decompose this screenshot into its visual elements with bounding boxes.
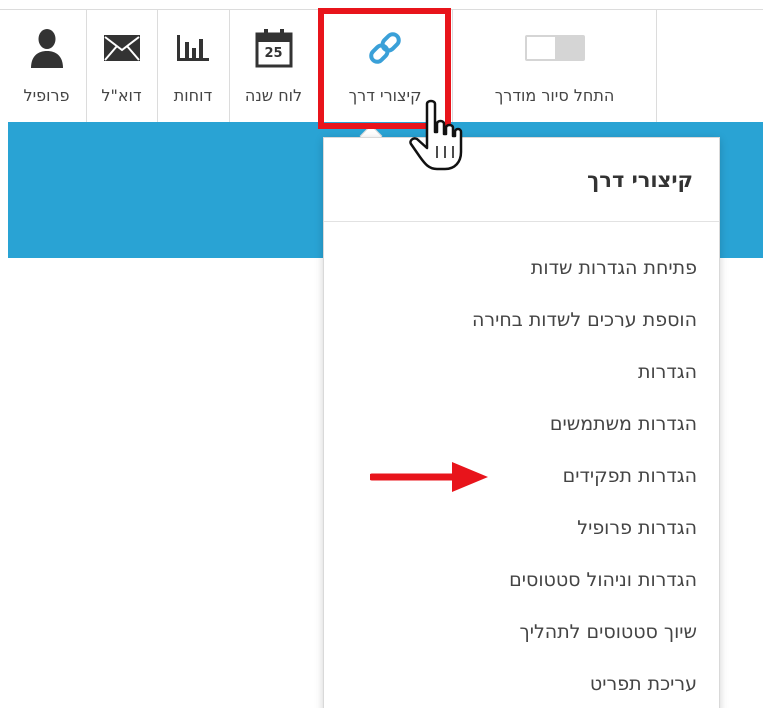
dropdown-title: קיצורי דרך xyxy=(587,168,693,192)
toolbar-guided-tour-label: התחל סיור מודרך xyxy=(494,86,615,105)
calendar-icon: 25 xyxy=(230,28,317,68)
person-icon xyxy=(8,28,85,68)
toolbar-profile-label: פרופיל xyxy=(23,86,70,105)
toolbar-guided-tour[interactable]: התחל סיור מודרך xyxy=(452,10,657,122)
shortcuts-dropdown: קיצורי דרך פתיחת הגדרות שדות הוספת ערכים… xyxy=(323,137,720,708)
toolbar-profile[interactable]: פרופיל xyxy=(8,10,85,122)
calendar-day-number: 25 xyxy=(264,46,283,61)
dropdown-item-settings[interactable]: הגדרות xyxy=(638,361,697,383)
dropdown-item-role-settings[interactable]: הגדרות תפקידים xyxy=(563,465,697,487)
dropdown-item-user-settings[interactable]: הגדרות משתמשים xyxy=(550,413,697,435)
dropdown-item-status-process[interactable]: שיוך סטטוסים לתהליך xyxy=(520,621,697,643)
red-arrow-icon xyxy=(370,462,488,492)
hand-cursor-icon xyxy=(409,99,463,171)
dropdown-item-profile-settings[interactable]: הגדרות פרופיל xyxy=(577,517,697,539)
dropdown-item-status-management[interactable]: הגדרות וניהול סטטוסים xyxy=(509,569,697,591)
dropdown-header: קיצורי דרך xyxy=(324,138,719,222)
toolbar-reports[interactable]: דוחות xyxy=(157,10,228,122)
toggle-switch-icon[interactable] xyxy=(453,28,656,68)
bar-chart-icon xyxy=(158,28,228,68)
dropdown-item-edit-menu[interactable]: עריכת תפריט xyxy=(590,673,697,695)
toolbar-calendar-label: לוח שנה xyxy=(244,86,303,105)
envelope-icon xyxy=(87,28,156,68)
dropdown-item-add-select-values[interactable]: הוספת ערכים לשדות בחירה xyxy=(472,309,697,331)
toolbar-reports-label: דוחות xyxy=(173,86,213,105)
dropdown-item-field-settings[interactable]: פתיחת הגדרות שדות xyxy=(531,257,697,279)
toolbar-email-label: דוא"ל xyxy=(101,86,142,105)
toolbar-calendar[interactable]: 25 לוח שנה xyxy=(229,10,317,122)
toolbar-email[interactable]: דוא"ל xyxy=(86,10,156,122)
